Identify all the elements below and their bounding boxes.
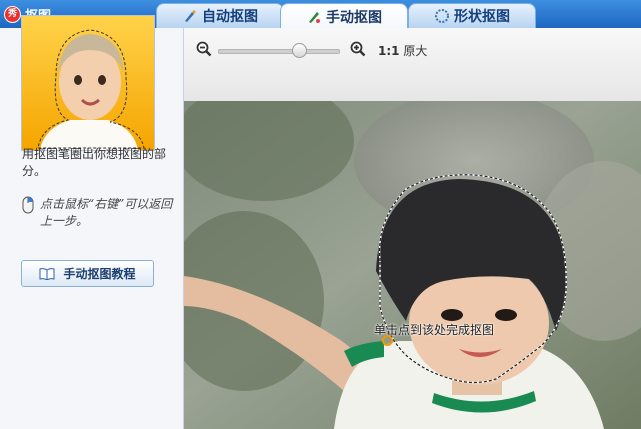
- tab-shape-label: 形状抠图: [454, 9, 510, 25]
- tab-shape-cutout[interactable]: 形状抠图: [408, 3, 536, 28]
- right-click-hint: 点击鼠标“右键”可以返回上一步。: [40, 197, 173, 228]
- tab-auto-label: 自动抠图: [202, 9, 258, 25]
- finish-cutout-tooltip: 单击点到该处完成抠图: [374, 323, 495, 337]
- zoom-slider-track[interactable]: [218, 49, 340, 54]
- zoom-out-icon[interactable]: [196, 41, 212, 57]
- ratio-value: 1:1: [378, 44, 400, 58]
- zoom-toolbar: 1:1 原大: [184, 28, 641, 101]
- tab-manual-label: 手动抠图: [326, 9, 382, 26]
- app-logo: 秀: [4, 5, 21, 23]
- original-size-button[interactable]: 1:1 原大: [378, 42, 427, 59]
- shape-icon: [435, 9, 449, 23]
- tab-manual-cutout[interactable]: 手动抠图: [280, 3, 408, 29]
- brush-icon: [185, 10, 196, 22]
- zoom-in-icon[interactable]: [350, 41, 366, 57]
- photo-canvas[interactable]: [184, 101, 641, 429]
- zoom-slider-thumb[interactable]: [292, 43, 308, 58]
- book-icon: [39, 267, 55, 280]
- manual-cutout-tutorial-button[interactable]: 手动抠图教程: [21, 260, 154, 287]
- mouse-icon: [22, 196, 34, 214]
- cutout-start-point-icon[interactable]: [382, 335, 393, 346]
- tutorial-button-label: 手动抠图教程: [63, 267, 136, 281]
- help-text: 用抠图笔圈出你想抠图的部分。: [22, 147, 167, 178]
- tab-auto-cutout[interactable]: 自动抠图: [156, 3, 284, 28]
- ratio-label: 原大: [403, 44, 428, 58]
- cutout-preview-thumbnail: [21, 15, 155, 151]
- pen-icon: [309, 11, 320, 23]
